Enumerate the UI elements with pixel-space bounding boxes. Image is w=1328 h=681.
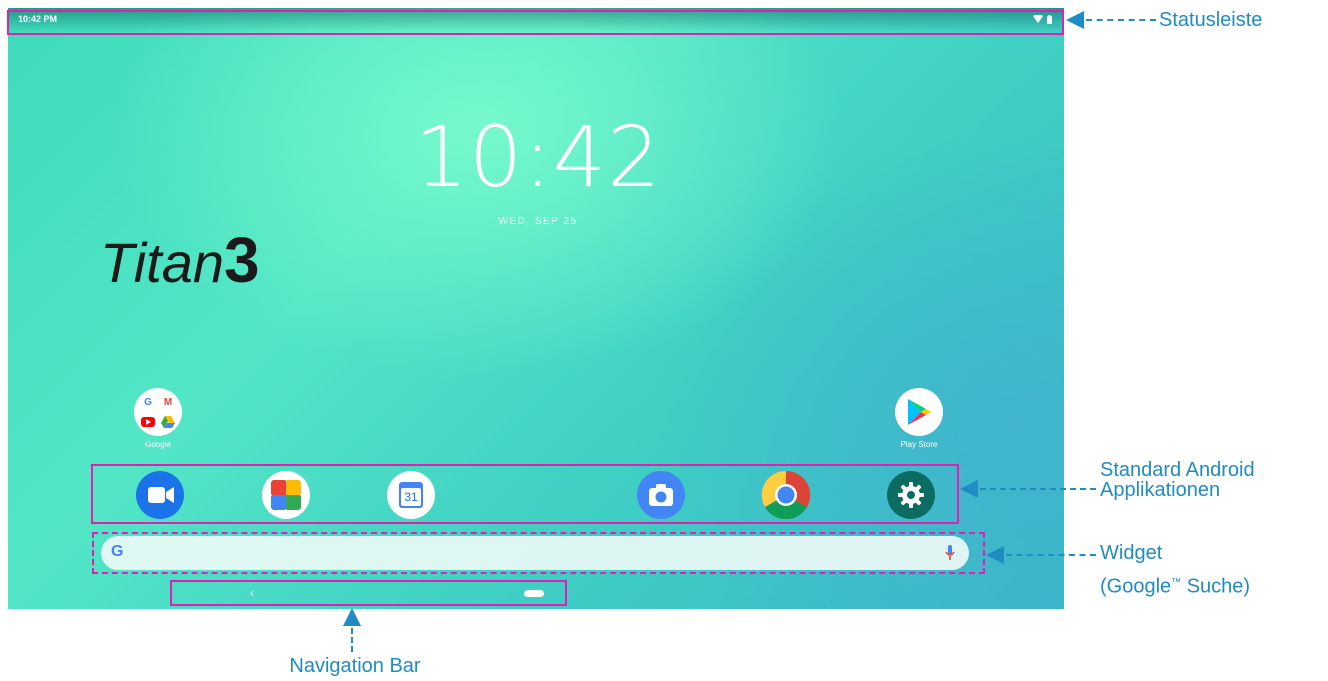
play-store-label: Play Store	[900, 440, 938, 449]
google-folder-icon: G M	[134, 388, 182, 436]
status-bar-callout: Statusleiste	[1159, 9, 1263, 31]
nav-bar-arrow-icon	[343, 608, 361, 626]
standard-apps-callout: Standard Android Applikationen	[1100, 460, 1255, 500]
widget-callout-line	[1006, 554, 1096, 556]
widget-line2: (Google™ Suche)	[1100, 573, 1250, 597]
google-g-icon: G	[144, 396, 152, 408]
widget-highlight	[92, 532, 985, 574]
play-store-app[interactable]: Play Store	[879, 388, 959, 449]
play-store-icon	[895, 388, 943, 436]
widget-line2b: Suche)	[1181, 575, 1251, 598]
clock-date[interactable]: WED, SEP 25	[388, 216, 688, 227]
youtube-icon	[140, 414, 156, 430]
standard-apps-callout-line	[980, 488, 1096, 490]
status-bar-arrow-icon	[1066, 11, 1084, 29]
google-folder[interactable]: G M Google	[118, 388, 198, 449]
standard-apps-highlight	[91, 464, 959, 524]
drive-icon	[160, 414, 176, 430]
standard-apps-arrow-icon	[960, 480, 978, 498]
gmail-icon: M	[163, 396, 173, 408]
status-bar-callout-line	[1086, 19, 1156, 21]
clock-time[interactable]: 10:42	[388, 108, 688, 206]
widget-callout: Widget (Google™ Suche)	[1100, 543, 1250, 597]
nav-bar-callout-line	[351, 628, 353, 652]
widget-arrow-icon	[986, 546, 1004, 564]
google-folder-label: Google	[145, 440, 171, 449]
wallpaper-brand-number: 3	[224, 224, 260, 296]
widget-line2a: (Google	[1100, 575, 1172, 598]
standard-apps-line1: Standard Android	[1100, 459, 1255, 481]
wallpaper-logo: Titan3	[100, 223, 260, 297]
wallpaper-brand-text: Titan	[100, 231, 225, 294]
widget-tm: ™	[1171, 577, 1182, 588]
standard-apps-line2: Applikationen	[1100, 479, 1221, 501]
navigation-bar-highlight	[170, 580, 567, 606]
widget-line1: Widget	[1100, 542, 1163, 564]
nav-bar-callout: Navigation Bar	[289, 655, 421, 677]
status-bar-highlight	[7, 10, 1064, 35]
